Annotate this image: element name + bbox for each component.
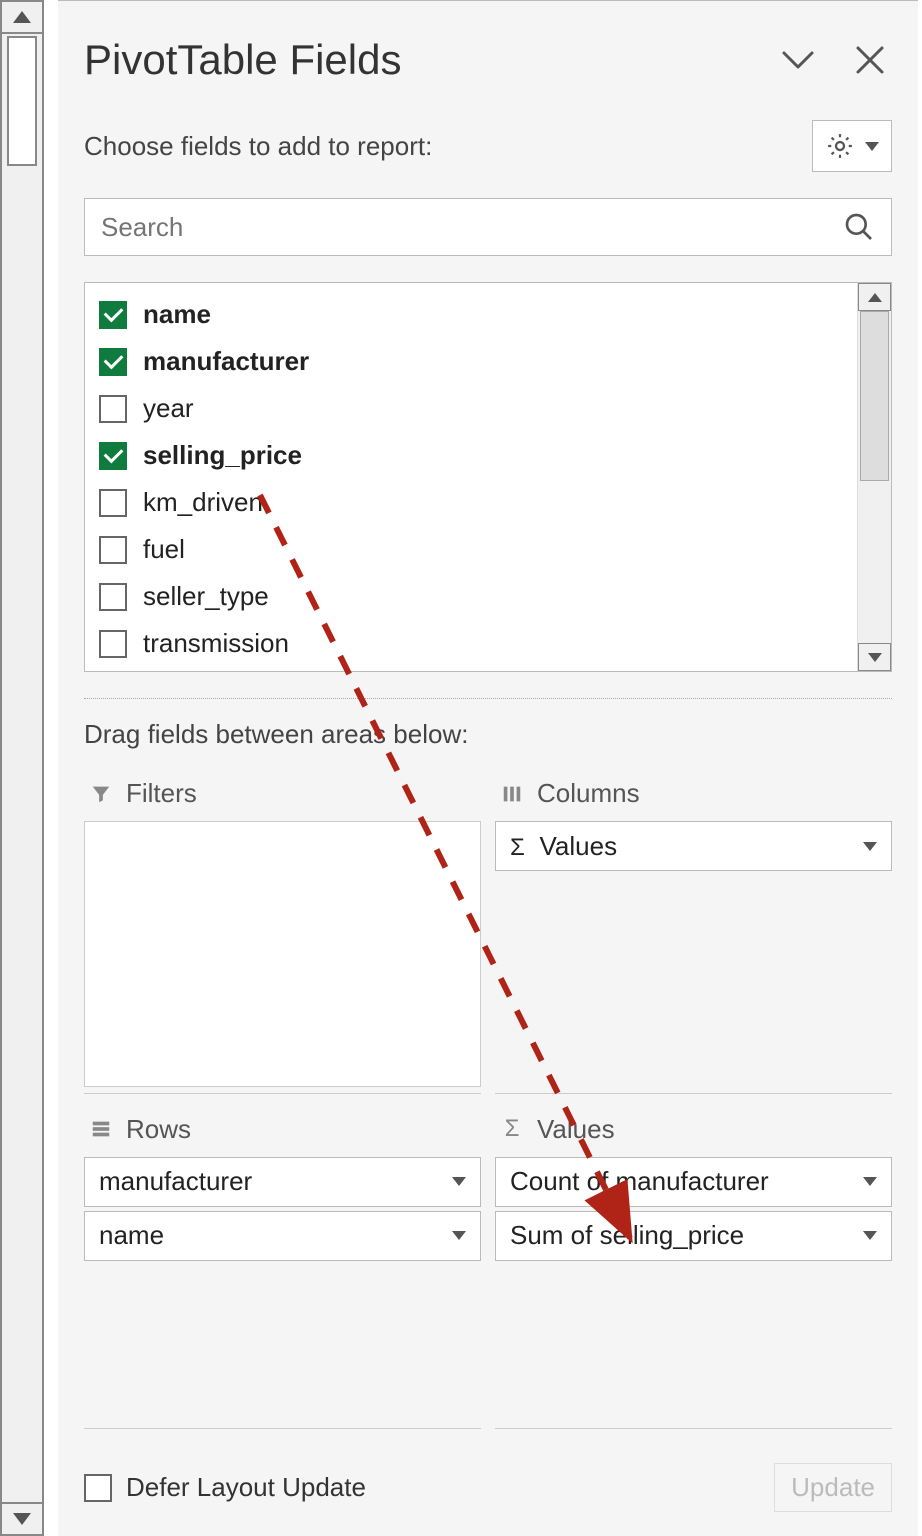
drop-item-label: Σ Values (510, 831, 617, 862)
rows-area-header: Rows (84, 1108, 481, 1157)
areas-grid: Filters Columns Σ Values Rows manufactur… (84, 772, 892, 1429)
filters-label: Filters (126, 778, 197, 809)
columns-icon (499, 783, 525, 805)
dropdown-caret-icon (865, 142, 879, 151)
field-label: year (143, 393, 194, 424)
tools-dropdown-button[interactable] (812, 120, 892, 172)
scroll-down-button[interactable] (2, 1502, 42, 1534)
dropdown-caret-icon (452, 1177, 466, 1186)
outer-vertical-scrollbar[interactable] (0, 0, 44, 1536)
defer-layout-label: Defer Layout Update (126, 1472, 366, 1503)
sigma-icon: Σ (510, 834, 532, 861)
pivottable-fields-pane: PivotTable Fields Choose fields to add t… (58, 0, 918, 1536)
field-label: fuel (143, 534, 185, 565)
field-label: manufacturer (143, 346, 309, 377)
rows-icon (88, 1118, 114, 1140)
values-area-header: Σ Values (495, 1108, 892, 1157)
pane-header: PivotTable Fields (84, 36, 892, 84)
rows-area[interactable]: Rows manufacturer name (84, 1108, 481, 1430)
choose-fields-label: Choose fields to add to report: (84, 131, 432, 162)
arrow-up-icon (13, 11, 31, 23)
filters-drop-zone[interactable] (84, 821, 481, 1087)
rows-drop-zone[interactable]: manufacturer name (84, 1157, 481, 1423)
field-checkbox[interactable] (99, 536, 127, 564)
field-item-km_driven[interactable]: km_driven (85, 479, 857, 526)
panel-top-border (58, 0, 918, 1)
subtitle-row: Choose fields to add to report: (84, 120, 892, 172)
field-checkbox[interactable] (99, 583, 127, 611)
search-input[interactable] (101, 212, 843, 243)
drop-item[interactable]: name (84, 1211, 481, 1261)
field-label: seller_type (143, 581, 269, 612)
drop-item[interactable]: Count of manufacturer (495, 1157, 892, 1207)
filters-area[interactable]: Filters (84, 772, 481, 1094)
field-checkbox[interactable] (99, 348, 127, 376)
drop-item-label: Count of manufacturer (510, 1166, 769, 1197)
collapse-pane-button[interactable] (776, 38, 820, 82)
arrow-down-icon (13, 1513, 31, 1525)
dropdown-caret-icon (863, 842, 877, 851)
dropdown-caret-icon (863, 1177, 877, 1186)
field-item-seller_type[interactable]: seller_type (85, 573, 857, 620)
drop-item[interactable]: Σ Values (495, 821, 892, 871)
field-checkbox[interactable] (99, 395, 127, 423)
gear-icon (825, 131, 855, 161)
field-label: selling_price (143, 440, 302, 471)
search-field-container[interactable] (84, 198, 892, 256)
field-scroll-down-button[interactable] (858, 643, 891, 671)
columns-area-header: Columns (495, 772, 892, 821)
columns-label: Columns (537, 778, 640, 809)
defer-layout-checkbox-group[interactable]: Defer Layout Update (84, 1472, 366, 1503)
field-item-manufacturer[interactable]: manufacturer (85, 338, 857, 385)
field-scroll-track[interactable] (858, 311, 891, 643)
field-item-year[interactable]: year (85, 385, 857, 432)
chevron-down-icon (780, 49, 816, 71)
dropdown-caret-icon (863, 1231, 877, 1240)
drop-item[interactable]: Sum of selling_price (495, 1211, 892, 1261)
filters-area-header: Filters (84, 772, 481, 821)
defer-layout-checkbox[interactable] (84, 1474, 112, 1502)
field-label: km_driven (143, 487, 263, 518)
field-list[interactable]: name manufacturer year selling_price km_driv… (85, 283, 857, 671)
drag-instruction-label: Drag fields between areas below: (84, 719, 892, 750)
sigma-icon: Σ (499, 1115, 525, 1143)
arrow-down-icon (868, 653, 882, 662)
close-icon (855, 45, 885, 75)
field-label: transmission (143, 628, 289, 659)
divider (84, 698, 892, 699)
field-label: name (143, 299, 211, 330)
columns-drop-zone[interactable]: Σ Values (495, 821, 892, 1087)
pane-title: PivotTable Fields (84, 36, 401, 84)
field-list-scrollbar[interactable] (857, 283, 891, 671)
values-label: Values (537, 1114, 615, 1145)
update-button[interactable]: Update (774, 1463, 892, 1512)
field-checkbox[interactable] (99, 630, 127, 658)
field-item-selling_price[interactable]: selling_price (85, 432, 857, 479)
field-item-fuel[interactable]: fuel (85, 526, 857, 573)
close-pane-button[interactable] (848, 38, 892, 82)
arrow-up-icon (868, 293, 882, 302)
values-area[interactable]: Σ Values Count of manufacturer Sum of sel… (495, 1108, 892, 1430)
values-drop-zone[interactable]: Count of manufacturer Sum of selling_pric… (495, 1157, 892, 1423)
drop-item-label: name (99, 1220, 164, 1251)
field-scroll-thumb[interactable] (860, 311, 889, 481)
field-checkbox[interactable] (99, 489, 127, 517)
footer-row: Defer Layout Update Update (84, 1455, 892, 1512)
rows-label: Rows (126, 1114, 191, 1145)
field-checkbox[interactable] (99, 301, 127, 329)
columns-area[interactable]: Columns Σ Values (495, 772, 892, 1094)
scroll-thumb[interactable] (7, 36, 37, 166)
scroll-up-button[interactable] (2, 2, 42, 34)
field-checkbox[interactable] (99, 442, 127, 470)
field-list-container: name manufacturer year selling_price km_driv… (84, 282, 892, 672)
drop-item-label: Sum of selling_price (510, 1220, 744, 1251)
field-item-transmission[interactable]: transmission (85, 620, 857, 667)
field-scroll-up-button[interactable] (858, 283, 891, 311)
dropdown-caret-icon (452, 1231, 466, 1240)
drop-item-label: manufacturer (99, 1166, 252, 1197)
filter-icon (88, 783, 114, 805)
search-icon (843, 211, 875, 243)
drop-item[interactable]: manufacturer (84, 1157, 481, 1207)
field-item-name[interactable]: name (85, 291, 857, 338)
